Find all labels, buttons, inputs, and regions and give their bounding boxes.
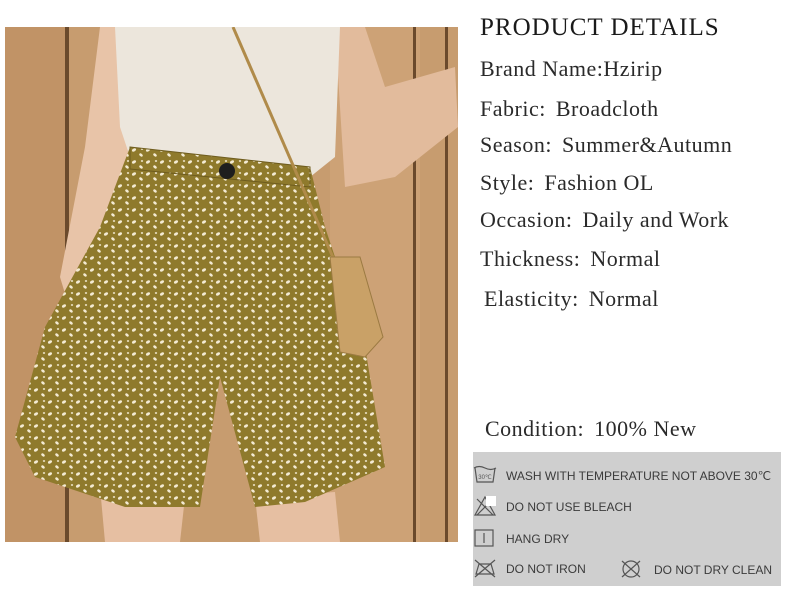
detail-value: Fashion OL: [544, 170, 654, 195]
care-dry-clean-label: DO NOT DRY CLEAN: [654, 563, 773, 577]
detail-label: Thickness: [480, 246, 574, 271]
no-bleach-icon: [473, 495, 497, 516]
detail-label: Elasticity: [484, 286, 573, 311]
detail-fabric: Fabric: Broadcloth: [480, 96, 659, 121]
detail-label: Style: [480, 170, 528, 195]
detail-value: Normal: [590, 246, 661, 271]
detail-label: Brand Name: [480, 56, 597, 81]
detail-thickness: Thickness: Normal: [480, 246, 661, 271]
hang-dry-icon: [474, 529, 494, 547]
detail-elasticity: Elasticity: Normal: [484, 286, 659, 311]
product-details-title: PRODUCT DETAILS: [480, 14, 720, 41]
care-wash-label: WASH WITH TEMPERATURE NOT ABOVE 30℃: [506, 469, 772, 483]
care-iron-label: DO NOT IRON: [506, 562, 586, 576]
detail-style: Style: Fashion OL: [480, 170, 654, 195]
detail-label: Occasion: [480, 207, 566, 232]
detail-label: Condition: [485, 416, 578, 441]
care-dry-label: HANG DRY: [506, 532, 570, 546]
no-iron-icon: [474, 559, 496, 578]
detail-brand-name: Brand Name:Hzirip: [480, 56, 663, 81]
product-photo: [5, 27, 458, 542]
care-instructions-panel: 30℃ WASH WITH TEMPERATURE NOT ABOVE 30℃ …: [473, 452, 781, 586]
detail-value: Daily and Work: [582, 207, 730, 232]
svg-text:30℃: 30℃: [478, 475, 492, 481]
detail-value: 100% New: [594, 416, 697, 441]
detail-value: Hzirip: [603, 56, 663, 81]
detail-season: Season: Summer&Autumn: [480, 132, 733, 157]
detail-occasion: Occasion: Daily and Work: [480, 207, 730, 232]
detail-label: Fabric: [480, 96, 540, 121]
wash-30-icon: 30℃: [473, 465, 497, 483]
detail-value: Broadcloth: [555, 96, 659, 121]
care-bleach-label: DO NOT USE BLEACH: [506, 500, 632, 514]
no-dry-clean-icon: [621, 560, 641, 578]
detail-value: Normal: [588, 286, 659, 311]
detail-condition: Condition: 100% New: [485, 416, 697, 441]
detail-value: Summer&Autumn: [561, 132, 733, 157]
detail-label: Season: [480, 132, 546, 157]
